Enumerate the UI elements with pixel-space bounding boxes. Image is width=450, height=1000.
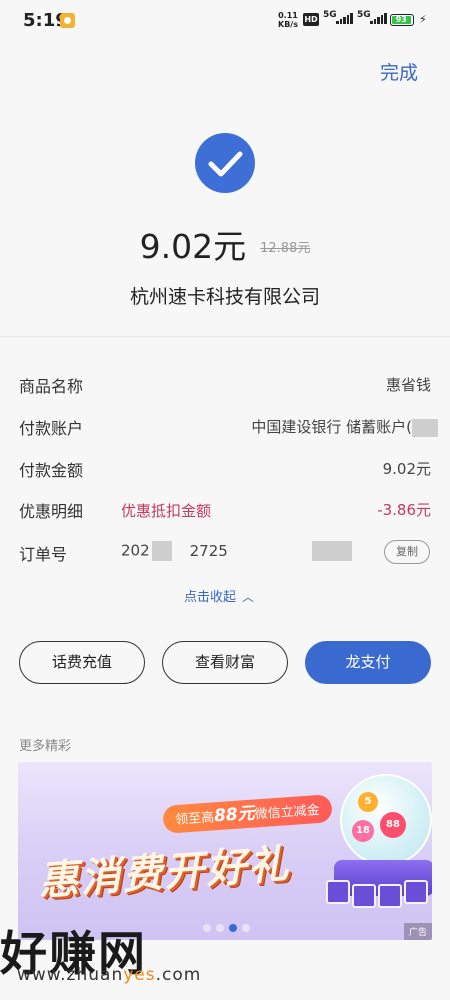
merchant-name: 杭州速卡科技有限公司	[129, 286, 320, 308]
prize-ball: 5	[358, 792, 378, 812]
watermark-url-prefix: www.zhuan	[17, 965, 124, 985]
gift-box-icon	[404, 880, 428, 904]
network-speed-value: 0.11	[278, 11, 298, 20]
original-amount: 12.88元	[260, 241, 311, 256]
battery-icon: 93	[390, 14, 414, 26]
order-number-label: 订单号	[19, 545, 68, 564]
payment-account-text: 中国建设银行 储蓄账户(	[251, 418, 412, 436]
app-notification-icon	[60, 13, 75, 28]
payment-account-label: 付款账户	[19, 419, 84, 438]
carousel-dots[interactable]	[203, 924, 250, 932]
signal-icon	[336, 13, 353, 24]
network-type-1: 5G	[323, 10, 337, 20]
discount-detail-label: 优惠明细	[19, 502, 84, 521]
gift-box-icon	[326, 880, 350, 904]
carousel-dot-active[interactable]	[229, 924, 237, 932]
ad-tag: 广告	[403, 923, 432, 940]
payment-amount-label: 付款金额	[19, 461, 84, 480]
carousel-dot[interactable]	[203, 924, 211, 932]
masked-order-segment	[311, 541, 352, 561]
payment-account-value: 中国建设银行 储蓄账户(	[251, 416, 438, 437]
status-bar: 5:19 0.11 KB/s HD 5G 5G 93 ⚡	[0, 0, 450, 42]
discount-value: -3.86元	[377, 501, 431, 519]
order-number-prefix: 202	[121, 541, 150, 560]
masked-order-segment	[151, 541, 172, 561]
banner-title: 惠消费开好礼	[36, 841, 292, 905]
payment-amount: 9.02元	[139, 227, 247, 266]
watermark-url-highlight: yes	[123, 965, 156, 985]
prize-ball: 18	[352, 820, 374, 842]
chevron-up-icon: ︿	[242, 590, 255, 604]
done-button[interactable]: 完成	[380, 58, 418, 85]
order-number-mid: 2725	[189, 541, 228, 560]
hd-voice-icon: HD	[303, 13, 319, 26]
battery-level: 93	[392, 16, 411, 24]
payment-amount-line: 9.02元 12.88元	[0, 220, 450, 268]
network-speed: 0.11 KB/s	[278, 11, 298, 29]
product-name-label: 商品名称	[19, 377, 84, 396]
signal-icon	[370, 13, 387, 24]
network-speed-unit: KB/s	[278, 20, 298, 29]
banner-pill-prefix: 领至高	[174, 810, 215, 829]
discount-name: 优惠抵扣金额	[121, 502, 212, 520]
success-check-icon	[195, 133, 255, 193]
banner-pill-amount: 88元	[213, 803, 256, 827]
charging-bolt-icon: ⚡	[419, 13, 427, 26]
long-pay-button[interactable]: 龙支付	[305, 641, 431, 684]
collapse-link[interactable]: 点击收起 ︿	[184, 586, 254, 605]
view-wealth-button[interactable]: 查看财富	[162, 641, 288, 684]
watermark-url: www.zhuanyes.com	[17, 965, 201, 985]
collapse-label: 点击收起	[184, 590, 237, 605]
gift-box-icon	[352, 884, 376, 908]
carousel-dot[interactable]	[242, 924, 250, 932]
copy-button[interactable]: 复制	[384, 540, 430, 564]
network-type-2: 5G	[357, 10, 371, 20]
payment-amount-value: 9.02元	[382, 460, 431, 478]
signal-2-group: 5G	[357, 10, 387, 24]
masked-account-number	[412, 418, 438, 437]
carousel-dot[interactable]	[216, 924, 224, 932]
more-section-title: 更多精彩	[19, 739, 72, 754]
order-number: 202 2725	[121, 541, 352, 561]
promo-banner[interactable]: 5 18 88 领至高88元微信立减金 惠消费开好礼 广告	[18, 762, 432, 940]
prize-ball: 88	[380, 812, 406, 838]
product-name-value: 惠省钱	[385, 376, 431, 394]
banner-pill-suffix: 微信立减金	[254, 802, 321, 823]
gift-box-icon	[378, 884, 402, 908]
signal-1-group: 5G	[323, 10, 353, 24]
phone-topup-button[interactable]: 话费充值	[19, 641, 145, 684]
watermark-url-suffix: .com	[155, 965, 202, 985]
divider	[0, 336, 450, 337]
banner-pill: 领至高88元微信立减金	[162, 794, 333, 834]
